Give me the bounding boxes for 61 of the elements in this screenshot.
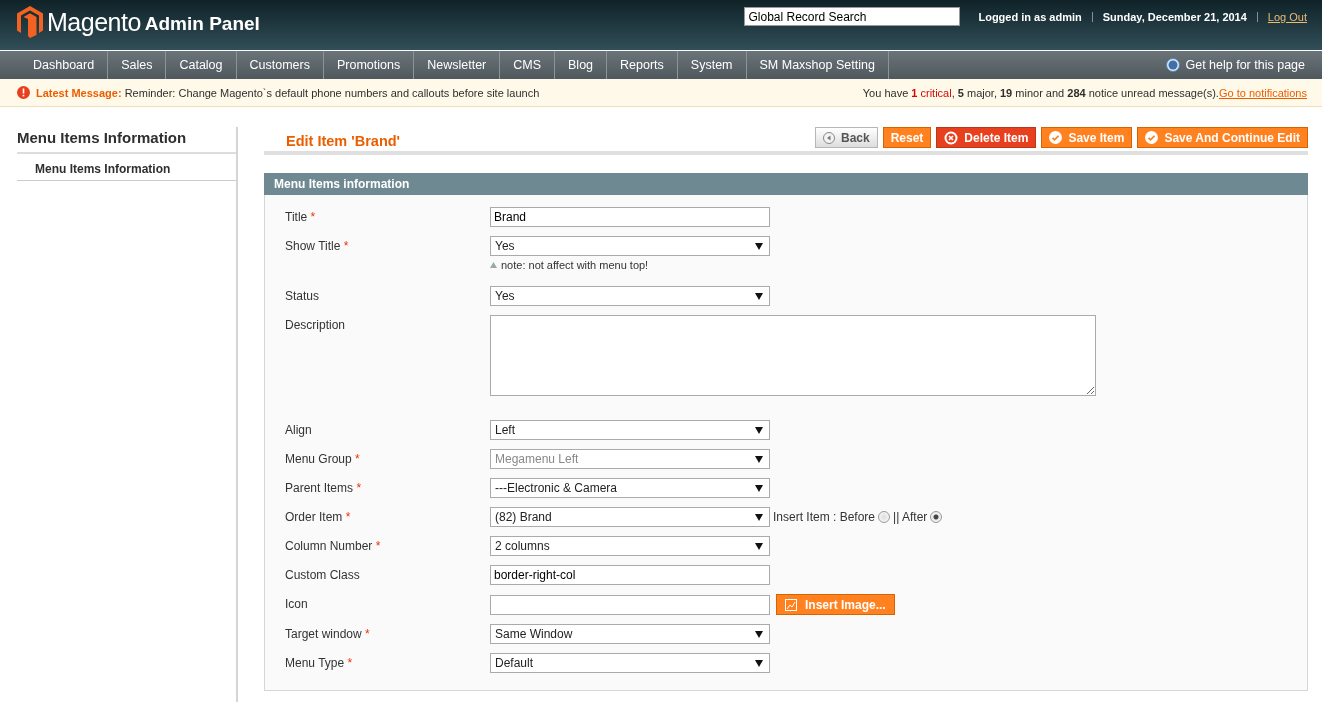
alert-icon (17, 86, 30, 99)
notification-summary: You have 1 critical, 5 major, 19 minor and 284 notice unread message(s). (862, 86, 1219, 99)
dropdown-caret-icon (755, 484, 763, 492)
logout-link[interactable]: Log Out (1267, 10, 1307, 23)
logo-subtitle: Admin Panel (144, 12, 260, 35)
fieldset-header: Menu Items information (264, 173, 1308, 195)
dropdown-caret-icon (755, 426, 763, 434)
select-dropdown[interactable]: Left (490, 420, 770, 440)
close-icon (944, 130, 959, 145)
check-icon (1145, 131, 1159, 144)
search-field[interactable]: Global Record Search (744, 7, 961, 26)
text-input[interactable] (490, 594, 770, 615)
radio-button[interactable] (930, 511, 943, 523)
field-label: Status (285, 288, 321, 303)
dropdown-caret-icon (755, 542, 763, 550)
current-date: Sunday, December 21, 2014 (1102, 10, 1247, 23)
dropdown-caret-icon (755, 513, 763, 521)
triangle-icon (490, 262, 497, 268)
field-label: Show Title * (285, 238, 350, 253)
select-dropdown[interactable]: Yes (490, 286, 770, 306)
user-status: Logged in as admin (978, 10, 1082, 23)
help-link[interactable]: Get help for this page (1166, 51, 1305, 79)
logo-icon (17, 6, 43, 38)
insert-position-label: Insert Item : Before (773, 510, 876, 524)
page-title: Edit Item 'Brand' (286, 133, 401, 149)
field-label: Description (285, 317, 347, 332)
dropdown-caret-icon (755, 455, 763, 463)
help-icon (1166, 58, 1181, 72)
select-dropdown[interactable]: Same Window (490, 624, 770, 644)
field-label: Order Item * (285, 509, 352, 524)
field-label: Custom Class (285, 567, 361, 582)
field-note: note: not affect with menu top! (501, 259, 649, 271)
radio-label: || After (893, 510, 928, 524)
select-dropdown[interactable]: ---Electronic & Camera (490, 478, 770, 498)
select-dropdown[interactable]: (82) Brand (490, 507, 770, 527)
field-label: Menu Type * (285, 655, 354, 670)
latest-message: Latest Message: Reminder: Change Magento`s default phone numbers and callouts before site launch (36, 86, 540, 99)
field-label: Target window * (285, 626, 371, 641)
radio-button[interactable] (878, 511, 891, 523)
field-label: Column Number * (285, 538, 382, 553)
select-dropdown[interactable]: 2 columns (490, 536, 770, 556)
back-button[interactable]: Back (815, 127, 878, 148)
select-dropdown[interactable]: Default (490, 653, 770, 673)
dropdown-caret-icon (755, 659, 763, 667)
field-label: Icon (285, 596, 309, 611)
logo-text: Magento (47, 7, 141, 37)
text-input[interactable]: Brand (490, 207, 770, 227)
field-label: Parent Items * (285, 480, 363, 495)
image-icon (785, 598, 797, 611)
field-label: Align (285, 422, 313, 437)
field-label: Menu Group * (285, 451, 361, 466)
dropdown-caret-icon (755, 630, 763, 638)
dropdown-caret-icon (755, 292, 763, 300)
notifications-link[interactable]: Go to notifications (1218, 86, 1307, 99)
delete-button[interactable]: Delete Item (936, 127, 1037, 148)
textarea-input[interactable] (490, 315, 1096, 396)
dropdown-caret-icon (755, 242, 763, 250)
text-input[interactable]: border-right-col (490, 565, 770, 585)
check-icon (1049, 131, 1063, 144)
select-dropdown[interactable]: Yes (490, 236, 770, 256)
field-label: Title * (285, 209, 317, 224)
